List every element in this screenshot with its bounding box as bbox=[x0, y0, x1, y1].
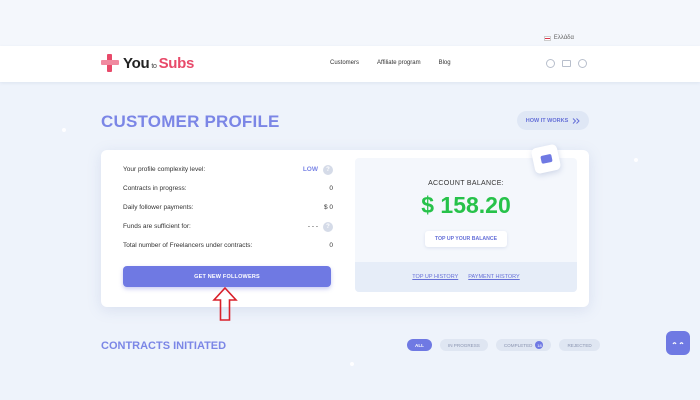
power-icon[interactable] bbox=[578, 59, 587, 68]
logo[interactable]: You to Subs bbox=[101, 54, 194, 72]
contract-filters: ALL IN PROGRESS COMPLETED 18 REJECTED bbox=[407, 339, 600, 351]
nav-blog[interactable]: Blog bbox=[439, 60, 451, 66]
profile-stats: Your profile complexity level: LOW ? Con… bbox=[123, 160, 333, 255]
site-header: You to Subs Customers Affiliate program Bl… bbox=[0, 46, 700, 82]
balance-amount: $ 158.20 bbox=[421, 192, 511, 218]
chat-face-icon bbox=[672, 342, 684, 345]
top-strip bbox=[0, 0, 700, 46]
stat-value: - - - bbox=[307, 223, 318, 230]
stat-row-contracts: Contracts in progress: 0 bbox=[123, 179, 333, 198]
history-links: TOP UP HISTORY PAYMENT HISTORY bbox=[355, 262, 577, 292]
sparkle-decoration bbox=[634, 158, 638, 162]
double-chevron-right-icon bbox=[572, 117, 580, 124]
page-title: CUSTOMER PROFILE bbox=[101, 112, 280, 131]
stat-label: Funds are sufficient for: bbox=[123, 223, 191, 230]
header-icons bbox=[546, 59, 587, 68]
stat-label: Contracts in progress: bbox=[123, 185, 187, 192]
contracts-title: CONTRACTS INITIATED bbox=[101, 340, 227, 352]
help-icon[interactable]: ? bbox=[323, 221, 333, 232]
top-up-history-link[interactable]: TOP UP HISTORY bbox=[412, 274, 458, 280]
filter-completed-label: COMPLETED bbox=[503, 342, 533, 348]
mail-icon[interactable] bbox=[562, 60, 571, 67]
filter-all[interactable]: ALL bbox=[407, 339, 432, 351]
profile-card: Your profile complexity level: LOW ? Con… bbox=[101, 143, 589, 307]
stat-value: 0 bbox=[329, 242, 333, 249]
stat-row-complexity: Your profile complexity level: LOW ? bbox=[123, 160, 333, 179]
greece-flag-icon bbox=[543, 35, 551, 41]
filter-in-progress[interactable]: IN PROGRESS bbox=[439, 339, 488, 351]
filter-rejected[interactable]: REJECTED bbox=[559, 339, 600, 351]
stat-label: Total number of Freelancers under contra… bbox=[123, 242, 253, 249]
sparkle-decoration bbox=[62, 128, 66, 132]
chat-support-button[interactable] bbox=[666, 331, 690, 355]
stat-value: LOW bbox=[302, 166, 318, 173]
language-label: Ελλάδα bbox=[553, 35, 574, 41]
nav-affiliate-program[interactable]: Affiliate program bbox=[377, 60, 421, 66]
completed-count-badge: 18 bbox=[535, 341, 544, 349]
stat-row-funds: Funds are sufficient for: - - - ? bbox=[123, 217, 333, 236]
balance-panel: ACCOUNT BALANCE: $ 158.20 TOP UP YOUR BA… bbox=[355, 158, 577, 292]
stat-row-daily-payments: Daily follower payments: $ 0 bbox=[123, 198, 333, 217]
how-it-works-button[interactable]: HOW IT WORKS bbox=[517, 111, 589, 130]
logo-cross-icon bbox=[101, 54, 119, 72]
help-icon[interactable]: ? bbox=[323, 164, 333, 175]
stat-row-freelancers: Total number of Freelancers under contra… bbox=[123, 236, 333, 255]
nav-customers[interactable]: Customers bbox=[330, 60, 359, 66]
how-it-works-label: HOW IT WORKS bbox=[525, 117, 569, 124]
stat-label: Daily follower payments: bbox=[123, 204, 194, 211]
up-arrow-annotation-icon bbox=[212, 287, 238, 321]
profile-icon[interactable] bbox=[546, 59, 555, 68]
sparkle-decoration bbox=[350, 362, 354, 366]
stat-label: Your profile complexity level: bbox=[123, 166, 206, 173]
payment-history-link[interactable]: PAYMENT HISTORY bbox=[468, 274, 519, 280]
wallet-icon bbox=[530, 143, 562, 175]
get-new-followers-button[interactable]: GET NEW FOLLOWERS bbox=[123, 266, 331, 287]
top-up-balance-button[interactable]: TOP UP YOUR BALANCE bbox=[425, 231, 507, 247]
filter-completed[interactable]: COMPLETED 18 bbox=[495, 339, 552, 351]
logo-text: You to Subs bbox=[123, 54, 195, 72]
main-nav: Customers Affiliate program Blog bbox=[330, 60, 451, 66]
language-switcher[interactable]: Ελλάδα bbox=[543, 35, 574, 41]
balance-label: ACCOUNT BALANCE: bbox=[428, 180, 504, 187]
stat-value: 0 bbox=[329, 185, 333, 192]
stat-value: $ 0 bbox=[323, 204, 333, 211]
